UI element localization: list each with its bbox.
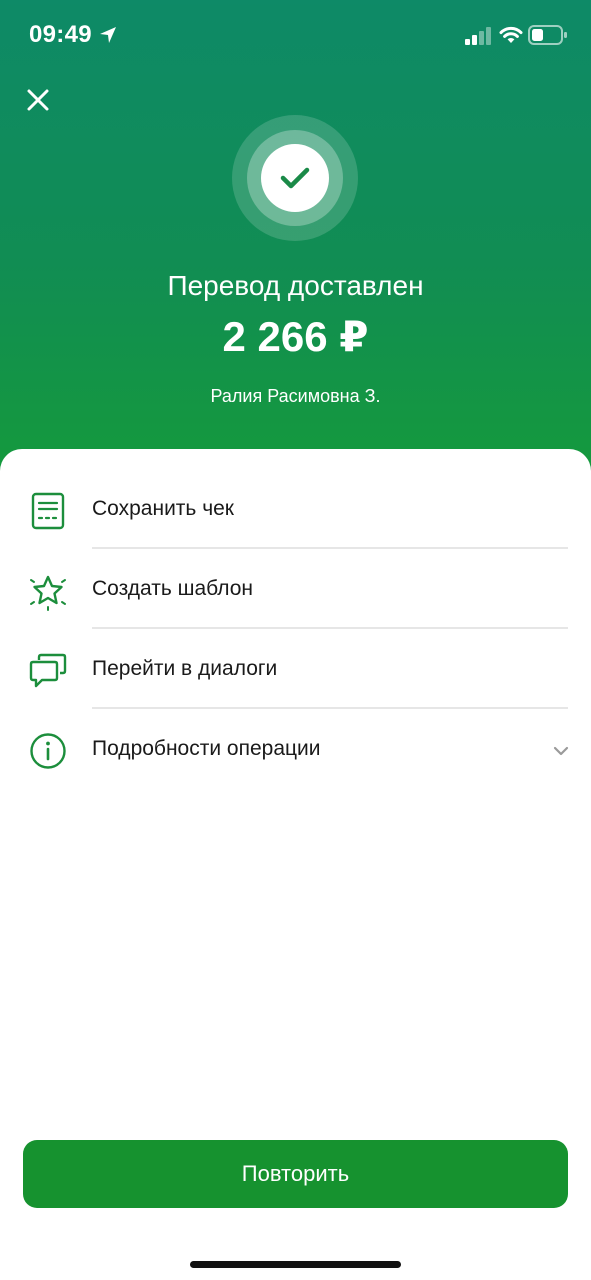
location-arrow-icon: [100, 27, 116, 43]
status-time: 09:49: [29, 21, 92, 48]
save-receipt-item[interactable]: Сохранить чек: [0, 469, 591, 549]
star-icon: [30, 575, 66, 611]
chat-bubbles-icon: [29, 653, 67, 688]
create-template-item[interactable]: Создать шаблон: [0, 549, 591, 629]
repeat-button[interactable]: Повторить: [23, 1140, 568, 1208]
wifi-icon: [499, 26, 523, 43]
receipt-icon: [31, 492, 65, 530]
operation-details-label: Подробности операции: [92, 737, 321, 760]
info-icon: [30, 733, 66, 769]
check-icon: [280, 167, 310, 189]
transfer-status-title: Перевод доставлен: [167, 270, 424, 301]
header: 09:49 Перевод доставлен 2 266 ₽ Ралия Ра…: [0, 0, 591, 480]
transfer-amount: 2 266 ₽: [222, 313, 369, 360]
chevron-down-icon[interactable]: [551, 741, 571, 761]
home-indicator: [190, 1261, 401, 1268]
operation-details-item[interactable]: Подробности операции: [0, 709, 591, 789]
status-bar: 09:49: [0, 0, 591, 70]
create-template-label: Создать шаблон: [92, 577, 254, 600]
go-to-dialogs-label: Перейти в диалоги: [92, 657, 278, 680]
close-icon[interactable]: [22, 84, 54, 116]
go-to-dialogs-item[interactable]: Перейти в диалоги: [0, 629, 591, 709]
cellular-signal-icon: [465, 27, 491, 45]
save-receipt-label: Сохранить чек: [92, 497, 234, 520]
battery-icon: [528, 25, 567, 45]
recipient-name: Ралия Расимовна З.: [210, 386, 381, 406]
success-badge: [232, 115, 358, 241]
